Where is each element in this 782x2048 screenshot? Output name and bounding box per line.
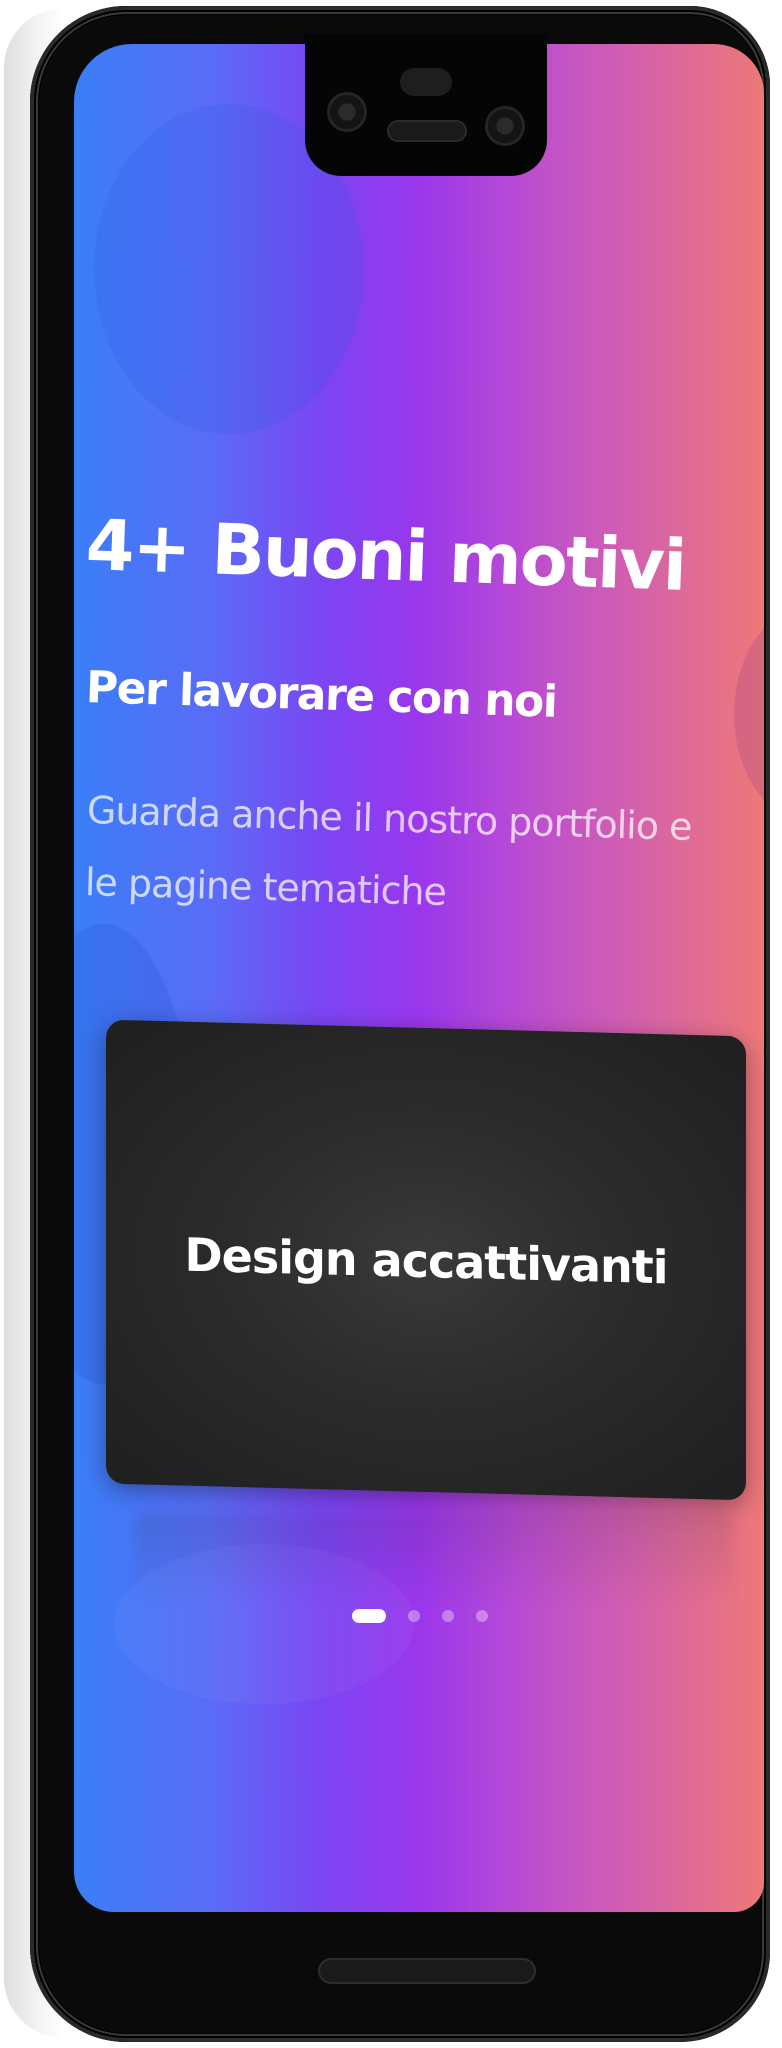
page-title: 4+ Buoni motivi bbox=[84, 504, 687, 607]
pagination-dot-1[interactable] bbox=[352, 1609, 386, 1623]
page-root: 4+ Buoni motivi Per lavorare con noi Gua… bbox=[0, 0, 782, 2048]
camera-icon bbox=[485, 106, 525, 146]
carousel-card[interactable]: Design accattivanti bbox=[106, 1019, 746, 1501]
pagination-dot-2[interactable] bbox=[408, 1610, 420, 1622]
phone-notch bbox=[305, 34, 547, 176]
page-description: Guarda anche il nostro portfolio e le pa… bbox=[84, 788, 693, 915]
camera-icon bbox=[327, 92, 367, 132]
pagination-dot-4[interactable] bbox=[476, 1610, 488, 1622]
carousel-card-title: Design accattivanti bbox=[184, 1227, 668, 1295]
pagination-dot-3[interactable] bbox=[442, 1610, 454, 1622]
home-indicator[interactable] bbox=[318, 1958, 536, 1984]
phone-screen: 4+ Buoni motivi Per lavorare con noi Gua… bbox=[74, 44, 764, 1912]
page-subtitle: Per lavorare con noi bbox=[85, 662, 558, 728]
card-reflection bbox=[134, 1514, 734, 1604]
carousel-pagination bbox=[352, 1606, 488, 1626]
sensor-icon bbox=[400, 68, 452, 96]
speaker-icon bbox=[387, 120, 467, 142]
background-blob bbox=[734, 604, 764, 824]
